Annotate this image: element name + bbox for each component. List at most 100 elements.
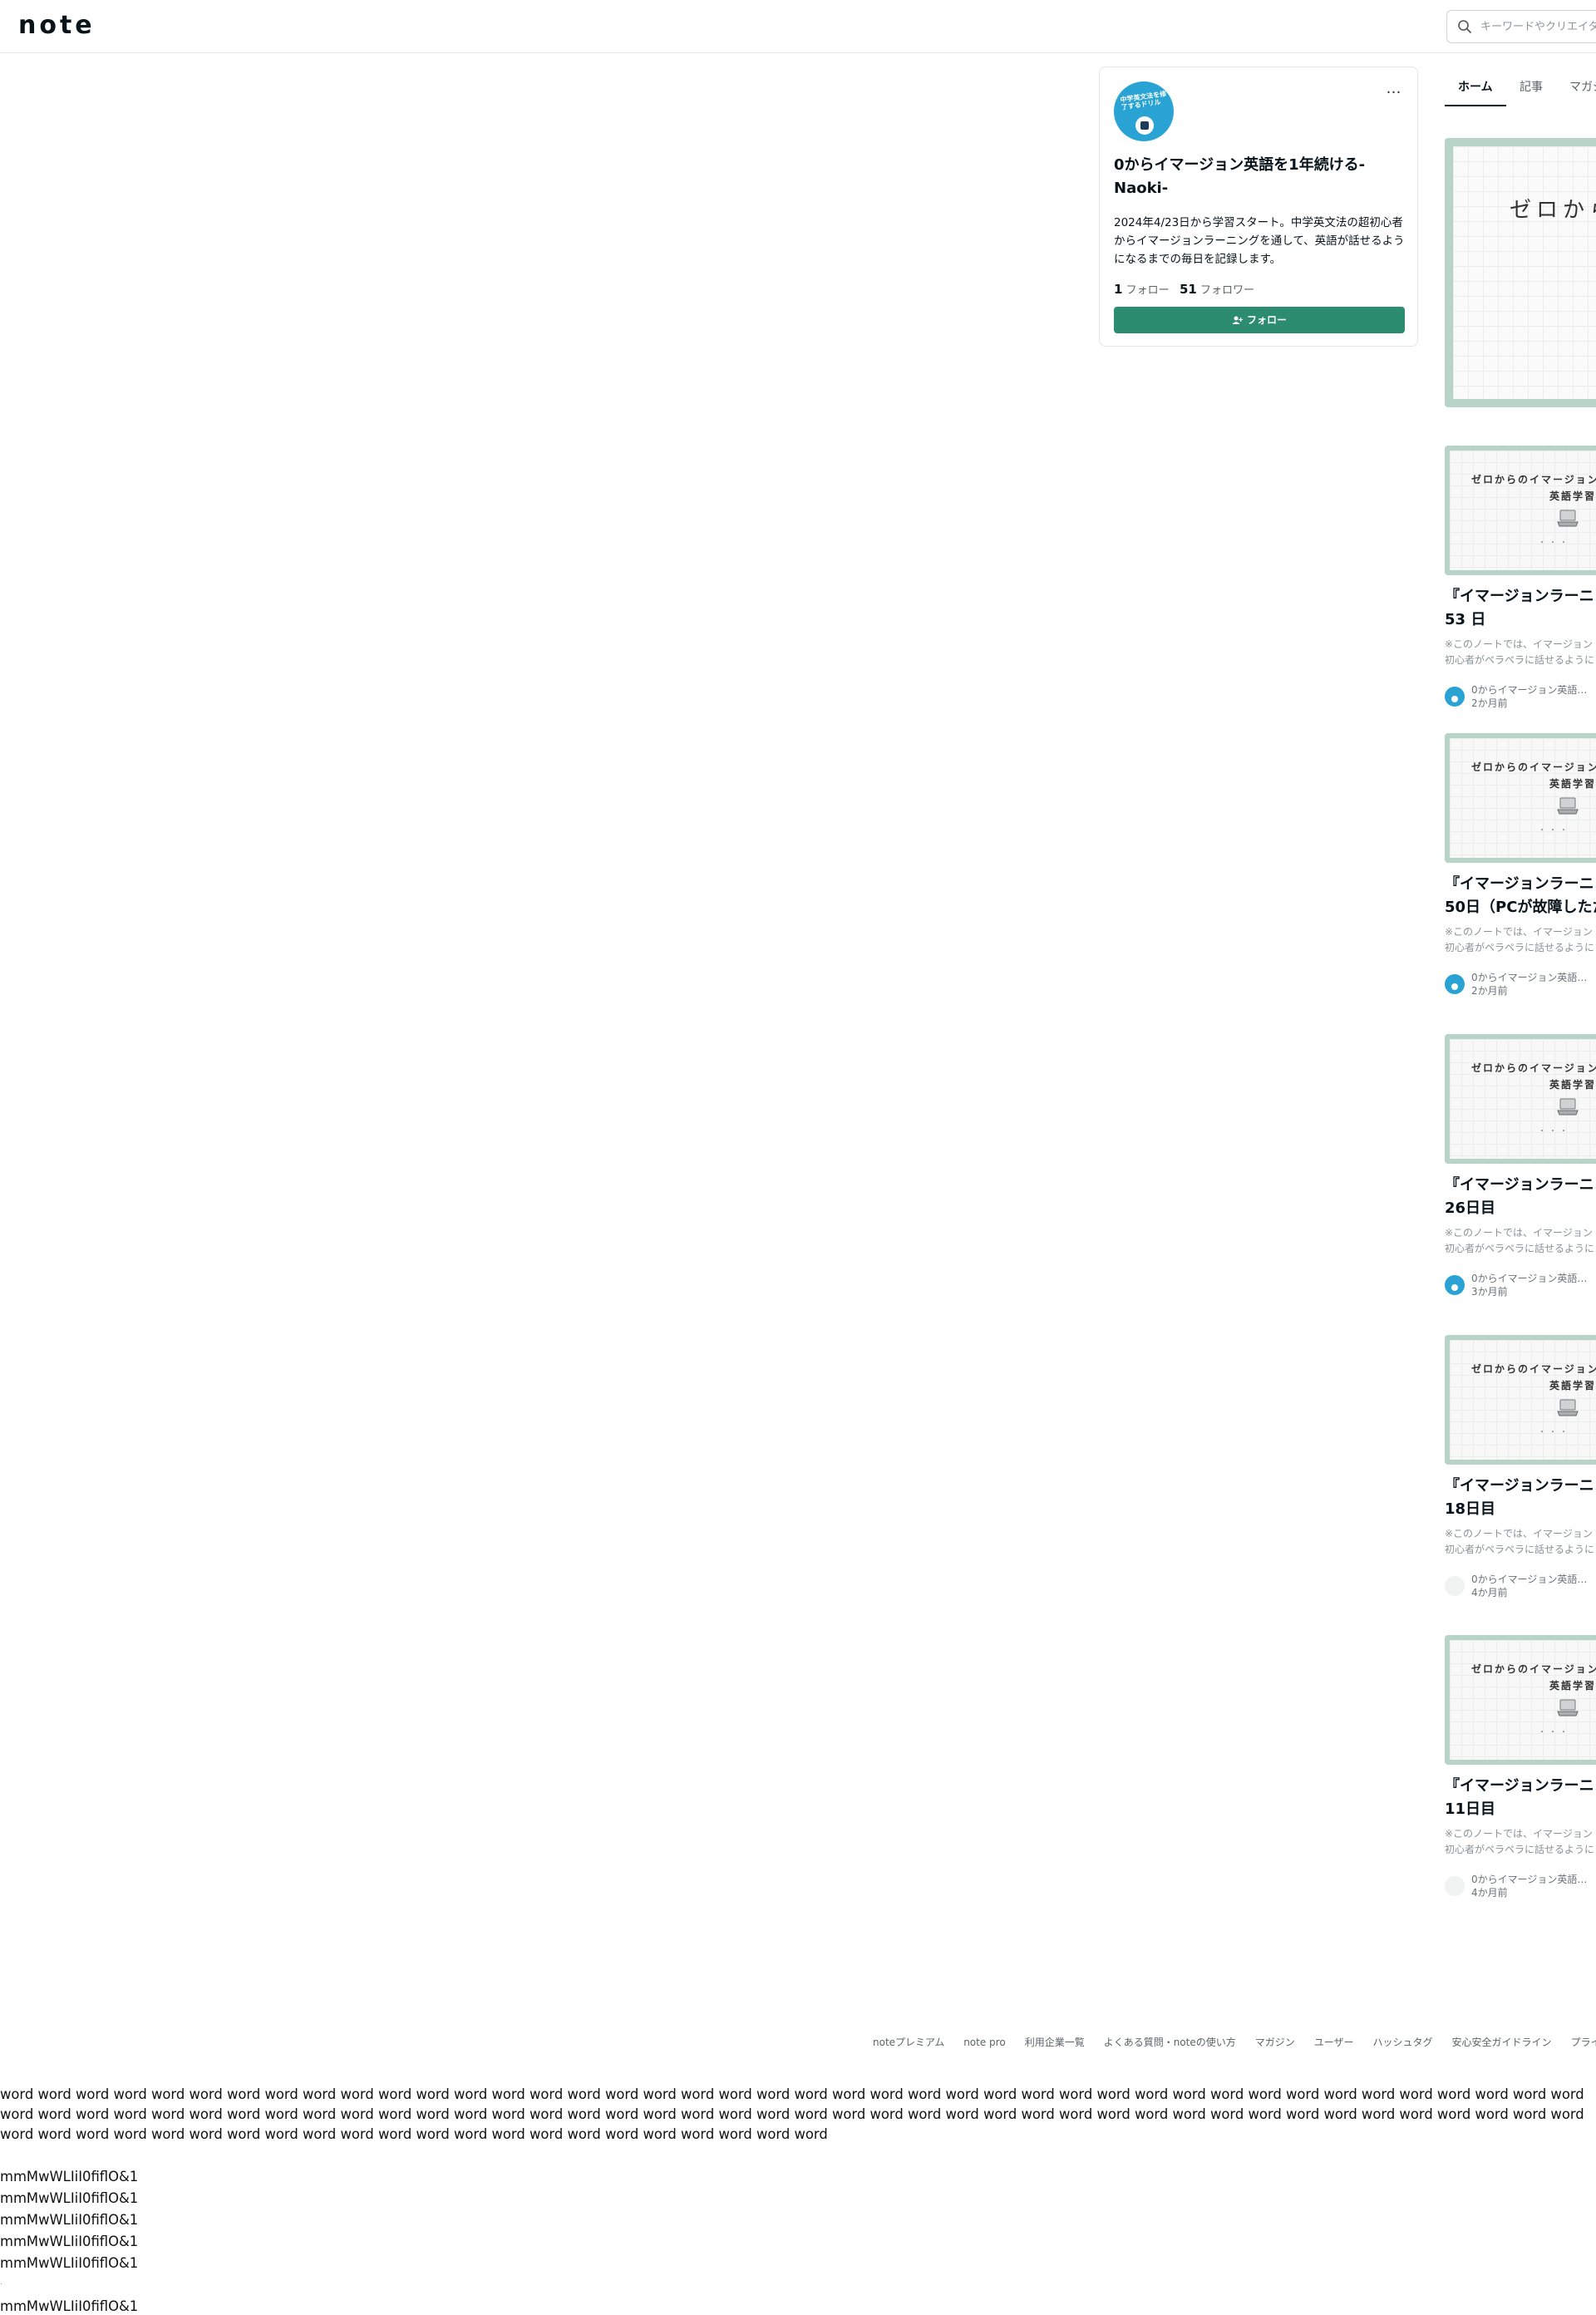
test-line: mmMwWLIiI0fiflO&1 [0, 2255, 139, 2271]
article-excerpt: ※このノートでは、イマージョン 初心者がペラペラに話せるように [1445, 637, 1596, 668]
test-lines: mmMwWLIiI0fiflO&1 mmMwWLIiI0fiflO&1 mmMw… [0, 2166, 332, 2315]
footer-link-companies[interactable]: 利用企業一覧 [1025, 2034, 1085, 2051]
laptop-icon [1557, 797, 1579, 815]
search-input[interactable] [1480, 17, 1596, 36]
article-excerpt-line: ※このノートでは、イマージョン [1445, 1227, 1593, 1239]
article-excerpt-line: 初心者がペラペラに話せるように [1445, 654, 1595, 666]
book-icon [1135, 116, 1154, 135]
article-author[interactable]: 0からイマージョン英語… 2か月前 [1445, 971, 1596, 997]
article-title-line: 『イマージョンラーニング』 [1445, 1777, 1596, 1795]
article-excerpt-line: ※このノートでは、イマージョン [1445, 926, 1593, 938]
article-thumbnail[interactable]: ゼロからのイマージョン 英語学習 ・・・ [1445, 733, 1596, 863]
tab-articles[interactable]: 記事 [1520, 78, 1543, 96]
article-excerpt: ※このノートでは、イマージョン 初心者がペラペラに話せるように [1445, 1526, 1596, 1558]
top-header: note [0, 0, 1596, 53]
article-author[interactable]: 0からイマージョン英語… 4か月前 [1445, 1573, 1596, 1599]
author-avatar [1445, 1876, 1465, 1896]
article-author[interactable]: 0からイマージョン英語… 4か月前 [1445, 1873, 1596, 1899]
author-name: 0からイマージョン英語… [1471, 1574, 1588, 1585]
follower-count: 51 [1180, 282, 1197, 297]
thumbnail-image: ゼロからのイマージョン英語学習・・・ [1450, 1640, 1596, 1760]
thumbnail-dots: ・・・ [1538, 1428, 1570, 1437]
footer-links: noteプレミアム note pro 利用企業一覧 よくある質問・noteの使い方 マガ… [873, 2033, 1596, 2050]
test-line: mmMwWLIiI0fiflO&1 [0, 2298, 139, 2314]
profile-stats: 1 フォロー 51 フォロワー [1114, 280, 1405, 300]
article-title[interactable]: 『イマージョンラーニング』 50日（PCが故障したため [1445, 873, 1596, 919]
article-title-line: 18日目 [1445, 1500, 1496, 1518]
footer-link-hashtags[interactable]: ハッシュタグ [1373, 2034, 1433, 2051]
article-card[interactable]: ゼロからのイマージョン英語学習・・・『イマージョンラーニング』 11日目 ※このノー… [1445, 1635, 1596, 1901]
thumbnail-dots: ・・・ [1538, 1127, 1570, 1136]
author-avatar [1445, 687, 1465, 707]
thumbnail-text: ゼロからのイマージョン [1471, 1663, 1596, 1675]
article-thumbnail[interactable]: ゼロからのイマージョン英語学習・・・ [1445, 1635, 1596, 1765]
article-card[interactable]: ゼロからのイマージョン英語学習・・・『イマージョンラーニング』 53 日 ※このノー… [1445, 446, 1596, 712]
footer-link-users[interactable]: ユーザー [1314, 2034, 1354, 2051]
article-thumbnail[interactable]: ゼロからのイマージョン英語学習・・・ [1445, 446, 1596, 575]
article-title-line: 26日目 [1445, 1199, 1496, 1217]
tab-magazine[interactable]: マガジン [1569, 78, 1596, 96]
article-title[interactable]: 『イマージョンラーニング』 11日目 [1445, 1775, 1596, 1821]
test-paragraph: word word word word word word word word … [0, 2086, 1584, 2142]
thumbnail-text: 英語学習 [1549, 1079, 1596, 1091]
more-options-button[interactable]: … [1382, 81, 1406, 102]
article-title-line: 53 日 [1445, 611, 1486, 628]
laptop-icon [1557, 1699, 1579, 1717]
avatar[interactable]: 中学英文法を修了するドリル [1114, 81, 1174, 141]
follow-button[interactable]: フォロー [1114, 307, 1405, 333]
footer-link-privacy[interactable]: プライバシー [1571, 2034, 1596, 2051]
article-excerpt: ※このノートでは、イマージョン 初心者がペラペラに話せるように [1445, 924, 1596, 956]
footer-link-faq[interactable]: よくある質問・noteの使い方 [1104, 2034, 1236, 2051]
article-thumbnail[interactable]: ゼロからのイマージョン 英語学習 ・・・ [1445, 1034, 1596, 1164]
article-title-line: 『イマージョンラーニング』 [1445, 588, 1596, 605]
article-card[interactable]: ゼロからのイマージョン英語学習・・・『イマージョンラーニング』 26日目 ※このノー… [1445, 1034, 1596, 1300]
tab-home[interactable]: ホーム [1458, 78, 1493, 96]
article-author[interactable]: 0からイマージョン英語… 3か月前 [1445, 1272, 1596, 1298]
test-line: mmMwWLIiI0fiflO&1 [0, 2234, 139, 2249]
avatar-text: 中学英文法を修了するドリル [1120, 90, 1167, 111]
article-excerpt-line: ※このノートでは、イマージョン [1445, 1528, 1593, 1539]
footer-link-note-pro[interactable]: note pro [963, 2034, 1005, 2051]
follower-label: フォロワー [1200, 284, 1255, 297]
author-name: 0からイマージョン英語… [1471, 1874, 1588, 1885]
follower-stat[interactable]: 51 フォロワー [1180, 282, 1255, 297]
article-card[interactable]: ゼロからのイマージョン英語学習・・・『イマージョンラーニング』 18日目 ※このノー… [1445, 1335, 1596, 1601]
thumbnail-text: 英語学習 [1549, 1680, 1596, 1692]
note-logo[interactable]: note [18, 12, 96, 40]
follow-stat[interactable]: 1 フォロー [1114, 282, 1170, 297]
publish-date: 4か月前 [1471, 1587, 1508, 1598]
laptop-icon [1557, 1399, 1579, 1416]
author-avatar [1445, 1275, 1465, 1295]
article-author[interactable]: 0からイマージョン英語… 2か月前 [1445, 683, 1596, 710]
thumbnail-dots: ・・・ [1538, 1728, 1570, 1737]
article-card[interactable]: ゼロからのイマージョン英語学習・・・『イマージョンラーニング』 50日（PCが故障… [1445, 733, 1596, 999]
footer-link-premium[interactable]: noteプレミアム [873, 2034, 944, 2051]
content-tabs: ホーム 記事 マガジン [1445, 73, 1596, 106]
article-title-line: 『イマージョンラーニング』 [1445, 1477, 1596, 1495]
article-title[interactable]: 『イマージョンラーニング』 18日目 [1445, 1475, 1596, 1521]
footer-link-magazine[interactable]: マガジン [1255, 2034, 1295, 2051]
article-excerpt: ※このノートでは、イマージョン 初心者がペラペラに話せるように [1445, 1225, 1596, 1257]
follow-label: フォロー [1126, 284, 1170, 297]
profile-bio: 2024年4/23日から学習スタート。中学英文法の超初心者からイマージョンラーニ… [1114, 216, 1405, 266]
thumbnail-image: ゼロからのイマージョン英語学習・・・ [1450, 451, 1596, 570]
thumbnail-dots: ・・・ [1538, 539, 1570, 548]
publish-date: 2か月前 [1471, 985, 1508, 997]
thumbnail-image: ゼロからのイマージョン 英語学習 ・・・ [1450, 1340, 1596, 1460]
footer-link-safety-guidelines[interactable]: 安心安全ガイドライン [1452, 2034, 1552, 2051]
add-user-icon [1232, 316, 1244, 324]
author-avatar [1445, 1576, 1465, 1596]
banner-image: ゼロから [1453, 146, 1596, 399]
thumbnail-text: 英語学習 [1549, 1380, 1596, 1391]
header-banner[interactable]: ゼロから [1445, 138, 1596, 407]
article-title-line: 『イマージョンラーニング』 [1445, 875, 1596, 893]
article-title[interactable]: 『イマージョンラーニング』 26日目 [1445, 1174, 1596, 1220]
follow-button-label: フォロー [1246, 314, 1287, 326]
article-title[interactable]: 『イマージョンラーニング』 53 日 [1445, 585, 1596, 632]
thumbnail-text: ゼロからのイマージョン [1471, 474, 1596, 485]
profile-name: 0からイマージョン英語を1年続ける-Naoki- [1114, 156, 1366, 197]
article-thumbnail[interactable]: ゼロからのイマージョン 英語学習 ・・・ [1445, 1335, 1596, 1465]
thumbnail-text: 英語学習 [1549, 490, 1596, 502]
article-excerpt-line: 初心者がペラペラに話せるように [1445, 1844, 1595, 1855]
search-box[interactable] [1446, 10, 1596, 43]
